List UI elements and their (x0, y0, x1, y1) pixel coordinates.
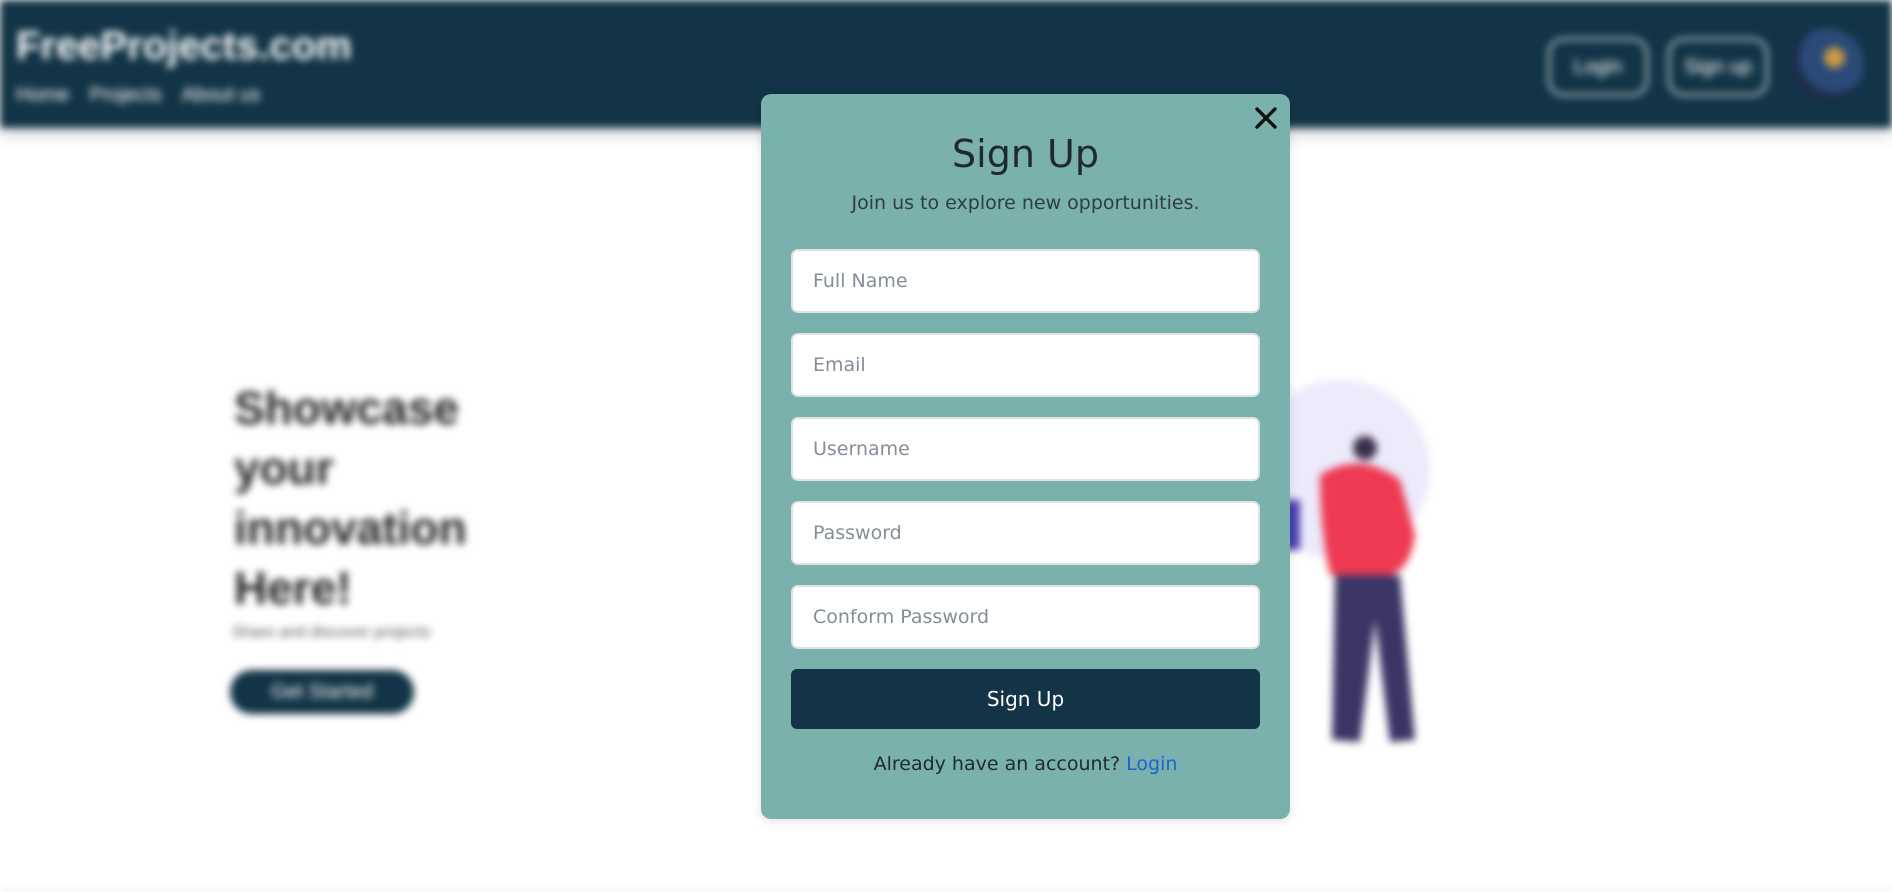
signup-submit-button[interactable]: Sign Up (791, 669, 1260, 729)
email-field[interactable] (791, 333, 1260, 397)
modal-title: Sign Up (952, 132, 1099, 176)
full-name-field[interactable] (791, 249, 1260, 313)
hero-subtitle: Share and discover projects (232, 624, 431, 641)
nav-link-home[interactable]: Home (16, 84, 69, 107)
login-prompt-text: Already have an account? (873, 753, 1121, 775)
nav-links: Home Projects About us (16, 84, 261, 107)
get-started-button[interactable]: Get Started (230, 670, 414, 714)
nav-login-button[interactable]: Login (1548, 38, 1648, 96)
modal-subtitle: Join us to explore new opportunities. (851, 192, 1200, 214)
confirm-password-field[interactable] (791, 585, 1260, 649)
login-prompt: Already have an account? Login (761, 753, 1290, 775)
close-icon (1255, 107, 1277, 129)
nav-link-projects[interactable]: Projects (89, 84, 161, 107)
avatar[interactable] (1790, 28, 1864, 102)
hero-title: Showcase your innovation Here! (234, 382, 467, 614)
close-button[interactable] (1248, 100, 1284, 136)
username-field[interactable] (791, 417, 1260, 481)
signup-modal: Sign Up Join us to explore new opportuni… (761, 94, 1290, 819)
login-link[interactable]: Login (1126, 753, 1177, 775)
nav-link-about[interactable]: About us (182, 84, 261, 107)
nav-signup-button[interactable]: Sign up (1668, 38, 1768, 96)
password-field[interactable] (791, 501, 1260, 565)
brand-logo[interactable]: FreeProjects.com (16, 24, 352, 69)
